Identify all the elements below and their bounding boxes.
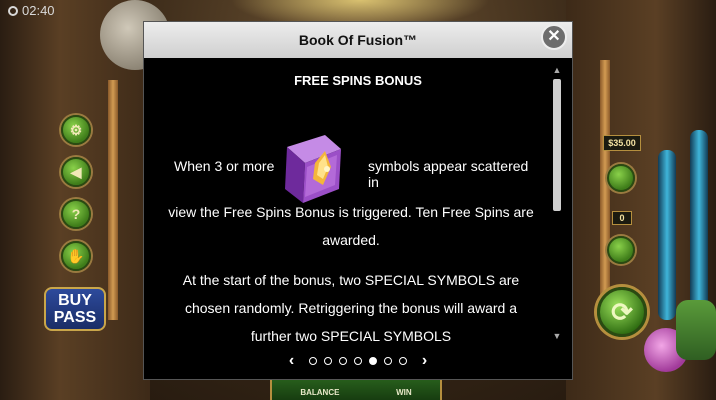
buy-pass-label-1: BUY <box>58 292 92 309</box>
glass-tube <box>658 150 676 320</box>
page-dot-7[interactable] <box>399 357 407 365</box>
section-title: FREE SPINS BONUS <box>294 73 422 88</box>
hand-icon: ✋ <box>67 247 85 264</box>
clock: 02:40 <box>8 3 55 18</box>
clock-time: 02:40 <box>22 3 55 18</box>
page-dot-5[interactable] <box>369 357 377 365</box>
text-line-2: view the Free Spins Bonus is triggered. … <box>168 204 534 220</box>
glass-tube <box>690 130 708 320</box>
buy-pass-button[interactable]: BUY PASS <box>44 287 106 331</box>
win-label: WIN <box>396 388 412 397</box>
spin-icon: ⟳ <box>611 296 633 327</box>
next-page-button[interactable]: › <box>417 352 433 370</box>
bet-display: $35.00 <box>603 135 641 151</box>
page-dot-1[interactable] <box>309 357 317 365</box>
text-line-6: further two SPECIAL SYMBOLS <box>250 328 452 343</box>
copper-pipe <box>108 80 118 320</box>
dialog-header: Book Of Fusion™ <box>144 22 572 58</box>
prev-page-button[interactable]: ‹ <box>284 352 300 370</box>
spin-button[interactable]: ⟳ <box>597 287 647 337</box>
copper-pipe <box>600 60 610 320</box>
paytable-dialog: Book Of Fusion™ ✕ FREE SPINS BONUS When … <box>143 21 573 380</box>
text-line-3: awarded. <box>322 232 380 248</box>
gear-icon: ⚙ <box>69 121 83 138</box>
hand-button[interactable]: ✋ <box>61 241 91 271</box>
text-line-4: At the start of the bonus, two SPECIAL S… <box>182 272 520 288</box>
close-button[interactable]: ✕ <box>541 24 567 50</box>
text-line-1-right: symbols appear scattered in <box>368 158 529 190</box>
scroll-down-icon[interactable]: ▼ <box>552 331 562 341</box>
page-dot-6[interactable] <box>384 357 392 365</box>
balance-label: BALANCE <box>300 388 340 397</box>
clock-icon <box>8 5 18 16</box>
sound-button[interactable]: ◀ <box>61 157 91 187</box>
page-dot-3[interactable] <box>339 357 347 365</box>
coins-button[interactable] <box>607 164 635 192</box>
green-flask <box>676 300 716 360</box>
pager: ‹ › <box>144 343 572 379</box>
speaker-icon: ◀ <box>70 163 82 180</box>
page-dots <box>306 357 411 365</box>
buy-pass-label-2: PASS <box>53 309 97 326</box>
scrollbar[interactable]: ▲ ▼ <box>552 65 562 341</box>
page-dot-2[interactable] <box>324 357 332 365</box>
text-line-5: chosen randomly. Retriggering the bonus … <box>184 300 518 316</box>
book-symbol-icon <box>285 135 341 203</box>
help-button[interactable]: ? <box>61 199 91 229</box>
page-dot-4[interactable] <box>354 357 362 365</box>
close-icon: ✕ <box>547 28 561 45</box>
text-line-1-left: When 3 or more <box>174 158 275 174</box>
scroll-up-icon[interactable]: ▲ <box>552 65 562 75</box>
lines-display: 0 <box>612 211 632 225</box>
dialog-body: FREE SPINS BONUS When 3 or more symbols … <box>144 58 572 343</box>
question-icon: ? <box>71 206 81 222</box>
dialog-title: Book Of Fusion™ <box>298 32 418 48</box>
settings-button[interactable]: ⚙ <box>61 115 91 145</box>
scroll-thumb[interactable] <box>553 79 561 211</box>
autoplay-button[interactable] <box>607 236 635 264</box>
